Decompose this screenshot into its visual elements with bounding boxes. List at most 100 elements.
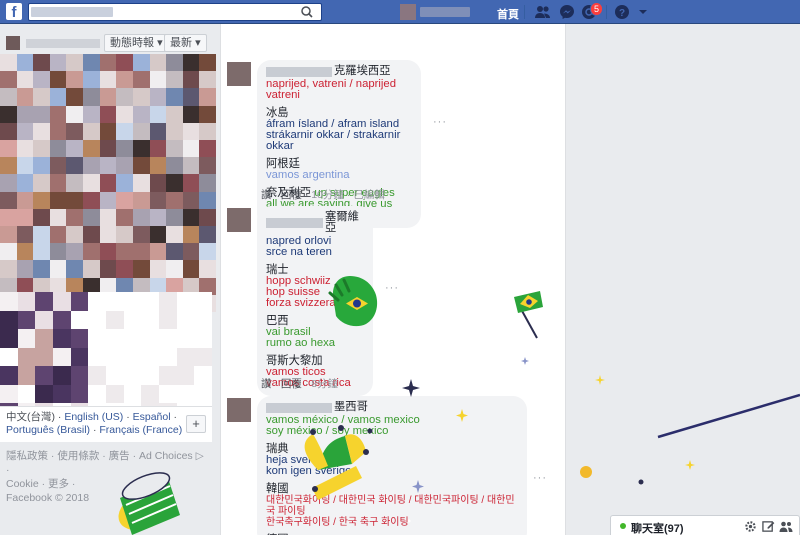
photo-thumbnail-pixel bbox=[99, 191, 117, 209]
photo-thumbnail-pixel bbox=[16, 174, 34, 192]
photo-thumbnail-pixel bbox=[0, 208, 17, 226]
photo-thumbnail-pixel bbox=[123, 310, 142, 330]
avatar[interactable] bbox=[227, 208, 251, 232]
photo-thumbnail-pixel bbox=[0, 122, 17, 140]
avatar[interactable] bbox=[6, 36, 20, 50]
commenter-name-blurred[interactable] bbox=[266, 218, 323, 228]
like-link[interactable]: 讚 bbox=[261, 189, 272, 201]
search-icon bbox=[301, 6, 313, 18]
photo-thumbnail-pixel bbox=[49, 88, 67, 106]
chat-label[interactable]: 聊天室(97) bbox=[631, 520, 684, 535]
account-menu-button[interactable] bbox=[634, 3, 652, 21]
photo-thumbnail-pixel bbox=[70, 310, 89, 330]
photo-thumbnail-pixel bbox=[149, 140, 167, 158]
photo-thumbnail-pixel bbox=[182, 226, 200, 244]
photo-thumbnail-pixel bbox=[16, 157, 34, 175]
photo-thumbnail-pixel bbox=[166, 174, 183, 192]
photo-thumbnail-pixel bbox=[176, 329, 195, 348]
group-chat-button[interactable] bbox=[779, 519, 793, 533]
photo-thumbnail-pixel bbox=[99, 105, 117, 123]
photo-thumbnail-pixel bbox=[66, 71, 84, 89]
photo-thumbnail-pixel bbox=[83, 88, 100, 106]
photo-thumbnail-pixel bbox=[35, 366, 53, 385]
photo-thumbnail-pixel bbox=[83, 71, 100, 89]
country-group: 冰島 áfram ísland / afram island strákarni… bbox=[266, 107, 412, 152]
avatar[interactable] bbox=[227, 398, 251, 422]
photo-thumbnail-pixel bbox=[83, 105, 100, 123]
photo-thumbnail-pixel bbox=[132, 191, 150, 209]
language-link-portugues[interactable]: Português (Brasil) bbox=[6, 424, 90, 436]
photo-thumbnail-pixel bbox=[0, 366, 18, 385]
comment-options-button[interactable]: ··· bbox=[385, 282, 399, 294]
comment-timestamp[interactable]: 8分鐘 bbox=[311, 378, 338, 390]
photo-thumbnail-pixel bbox=[35, 292, 53, 311]
footer-line-cookie[interactable]: Cookie · 更多 · bbox=[6, 477, 210, 491]
photo-thumbnail-pixel bbox=[66, 122, 84, 140]
photo-thumbnail-pixel bbox=[49, 243, 67, 261]
profile-avatar[interactable] bbox=[400, 4, 416, 20]
footer-line-policies[interactable]: 隱私政策 · 使用條款 · 廣告 · Ad Choices ▷ · bbox=[6, 449, 210, 477]
home-link[interactable]: 首頁 bbox=[497, 6, 519, 22]
photo-thumbnail-pixel bbox=[49, 260, 67, 278]
photo-thumbnail-pixel bbox=[17, 310, 36, 330]
chat-bar[interactable]: 聊天室(97) bbox=[610, 515, 800, 535]
commenter-name-blurred[interactable] bbox=[266, 402, 332, 413]
photo-thumbnail-pixel bbox=[99, 174, 117, 192]
photo-thumbnail-pixel bbox=[123, 384, 142, 404]
friend-requests-button[interactable] bbox=[534, 3, 552, 21]
photo-thumbnail-pixel bbox=[52, 329, 71, 348]
photo-thumbnail-pixel bbox=[199, 260, 216, 278]
photo-thumbnail-pixel bbox=[33, 174, 50, 192]
photo-thumbnail-pixel bbox=[141, 347, 159, 367]
photo-thumbnail-pixel bbox=[149, 226, 167, 244]
photo-thumbnail-pixel bbox=[116, 105, 133, 123]
photo-thumbnail-pixel bbox=[66, 226, 84, 244]
photo-thumbnail-pixel bbox=[35, 347, 53, 367]
profile-name-blurred[interactable] bbox=[420, 7, 470, 17]
comment-options-button[interactable]: ··· bbox=[433, 116, 447, 128]
language-link-francais[interactable]: Français (France) bbox=[99, 424, 182, 436]
search-button[interactable] bbox=[295, 4, 319, 20]
language-selector: 中文(台灣) · English (US) · Español · Portug… bbox=[0, 406, 212, 442]
help-button[interactable]: ? bbox=[613, 3, 631, 21]
blurred-photo-grid[interactable] bbox=[0, 54, 216, 312]
photo-thumbnail-pixel bbox=[182, 140, 200, 158]
chant-line: soy méxico / soy mexico bbox=[266, 425, 389, 437]
messenger-button[interactable] bbox=[558, 3, 576, 21]
timeline-sort-dropdown[interactable]: 動態時報 ▾ bbox=[104, 34, 169, 52]
reply-link[interactable]: 回覆 bbox=[281, 378, 302, 390]
chant-line: naprijed, vatreni / naprijed vatreni bbox=[266, 78, 396, 101]
comment-timestamp[interactable]: 10分鐘 bbox=[311, 189, 344, 201]
facebook-logo[interactable]: f bbox=[6, 3, 22, 21]
new-message-button[interactable] bbox=[761, 519, 775, 533]
photo-thumbnail-pixel bbox=[66, 260, 84, 278]
recent-sort-label: 最新 bbox=[170, 37, 192, 49]
avatar[interactable] bbox=[227, 62, 251, 86]
photo-thumbnail-pixel bbox=[105, 329, 124, 348]
photo-thumbnail-pixel bbox=[0, 71, 17, 89]
edited-label[interactable]: 已編輯 bbox=[353, 189, 385, 201]
photo-thumbnail-pixel bbox=[182, 243, 200, 261]
photo-thumbnail-pixel bbox=[0, 140, 17, 158]
photo-thumbnail-pixel bbox=[194, 366, 212, 385]
blurred-photo-panel[interactable] bbox=[0, 292, 212, 422]
search-box[interactable] bbox=[28, 3, 322, 21]
add-language-button[interactable]: + bbox=[186, 415, 206, 433]
photo-thumbnail-pixel bbox=[199, 105, 216, 123]
photo-thumbnail-pixel bbox=[52, 310, 71, 330]
language-link-english[interactable]: English (US) bbox=[64, 411, 123, 423]
photo-thumbnail-pixel bbox=[132, 243, 150, 261]
photo-thumbnail-pixel bbox=[83, 157, 100, 175]
photo-thumbnail-pixel bbox=[16, 208, 34, 226]
photo-thumbnail-pixel bbox=[66, 54, 84, 72]
language-link-espanol[interactable]: Español bbox=[133, 411, 171, 423]
comment-options-button[interactable]: ··· bbox=[533, 472, 547, 484]
reply-link[interactable]: 回覆 bbox=[281, 189, 302, 201]
chat-settings-button[interactable] bbox=[743, 519, 757, 533]
feed-filter-row: 動態時報 ▾ 最新 ▾ bbox=[0, 32, 216, 54]
photo-thumbnail-pixel bbox=[182, 174, 200, 192]
recent-sort-dropdown[interactable]: 最新 ▾ bbox=[164, 34, 207, 52]
chant-line: strákarnir okkar / strakarnir okkar bbox=[266, 129, 401, 152]
commenter-name-blurred[interactable] bbox=[266, 66, 332, 77]
like-link[interactable]: 讚 bbox=[261, 378, 272, 390]
